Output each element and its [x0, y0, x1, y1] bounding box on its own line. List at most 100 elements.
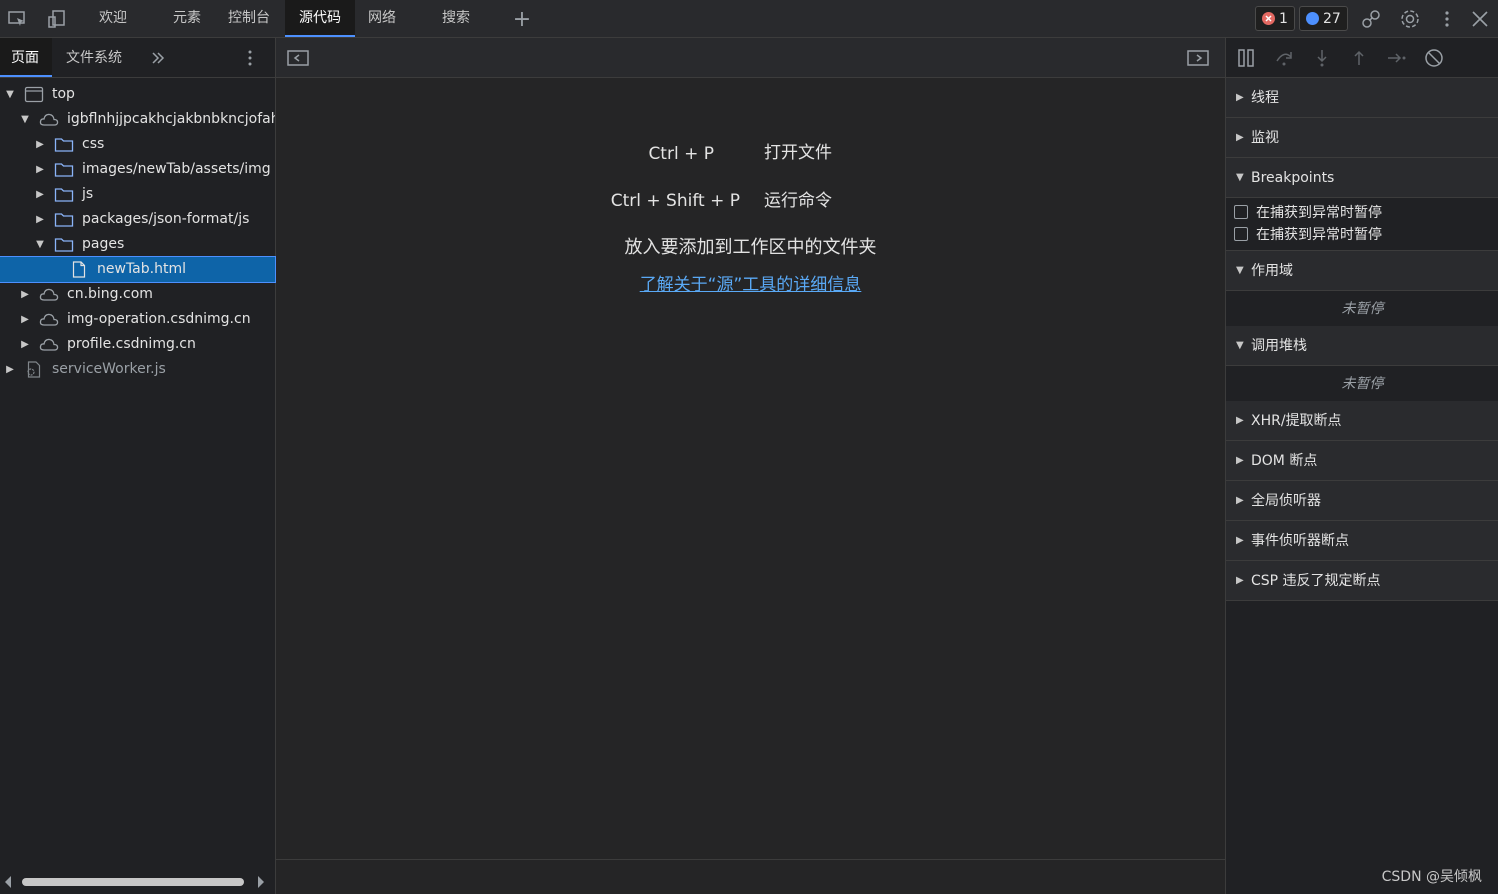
section-global-label: 全局侦听器: [1251, 493, 1321, 509]
cloud-icon: [39, 111, 59, 128]
shortcut-open-file-key: Ctrl + P: [648, 144, 714, 164]
toggle-navigator-icon[interactable]: [287, 47, 309, 69]
section-callstack-label: 调用堆栈: [1251, 338, 1307, 354]
folder-icon: [54, 161, 74, 178]
pause-caught-checkbox[interactable]: [1234, 227, 1248, 241]
section-callstack[interactable]: ▼ 调用堆栈: [1226, 326, 1498, 366]
section-dom-breakpoints[interactable]: ▶ DOM 断点: [1226, 441, 1498, 481]
device-toolbar-icon[interactable]: [46, 8, 68, 30]
section-scope-label: 作用域: [1251, 263, 1293, 279]
section-watch[interactable]: ▶ 监视: [1226, 118, 1498, 158]
tree-item[interactable]: ▶ js: [0, 182, 275, 207]
error-count-badge[interactable]: 1: [1255, 6, 1295, 31]
tree-item[interactable]: ▼ pages: [0, 232, 275, 257]
tree-item[interactable]: newTab.html: [0, 256, 276, 283]
section-event-listener-breakpoints[interactable]: ▶ 事件侦听器断点: [1226, 521, 1498, 561]
folder-icon: [54, 186, 74, 203]
pause-caught-option[interactable]: 在捕获到异常时暂停: [1234, 224, 1382, 246]
collapsed-arrow-icon[interactable]: ▶: [34, 132, 46, 157]
learn-more-link[interactable]: 了解关于“源”工具的详细信息: [276, 270, 1225, 295]
step-over-icon[interactable]: [1272, 46, 1296, 70]
editor-toolbar: [276, 38, 1225, 78]
tree-item[interactable]: ▶ cn.bing.com: [0, 282, 275, 307]
pause-uncaught-checkbox[interactable]: [1234, 205, 1248, 219]
tab-elements[interactable]: 元素: [160, 0, 214, 37]
shortcut-run-command-key: Ctrl + Shift + P: [610, 191, 740, 211]
expanded-arrow-icon[interactable]: ▼: [34, 232, 46, 257]
collapsed-arrow-icon[interactable]: ▶: [19, 282, 31, 307]
deactivate-breakpoints-icon[interactable]: [1422, 46, 1446, 70]
collapsed-arrow-icon[interactable]: ▶: [19, 307, 31, 332]
pause-uncaught-option[interactable]: 在捕获到异常时暂停: [1234, 202, 1382, 224]
pause-icon[interactable]: [1234, 46, 1258, 70]
pause-uncaught-label: 在捕获到异常时暂停: [1256, 205, 1382, 221]
section-threads-label: 线程: [1251, 90, 1279, 106]
section-watch-label: 监视: [1251, 130, 1279, 146]
toggle-debugger-icon[interactable]: [1187, 47, 1209, 69]
section-breakpoints-label: Breakpoints: [1251, 170, 1335, 186]
collapsed-arrow-icon: ▶: [1236, 92, 1244, 103]
tab-welcome[interactable]: 欢迎: [86, 0, 140, 37]
tree-item-label: css: [82, 136, 105, 152]
debugger-panel: ▶ 线程 ▶ 监视 ▼ Breakpoints 在捕获到异常时暂停 在捕获到异常时暂停…: [1225, 38, 1498, 894]
tree-item-label: profile.csdnimg.cn: [67, 336, 196, 352]
step-icon[interactable]: [1385, 46, 1409, 70]
add-tab-icon[interactable]: +: [511, 7, 533, 32]
tree-item[interactable]: ▶ serviceWorker.js: [0, 357, 275, 382]
collapsed-arrow-icon[interactable]: ▶: [19, 332, 31, 357]
step-out-icon[interactable]: [1347, 46, 1371, 70]
tab-search[interactable]: 搜索: [430, 0, 482, 37]
message-count-badge[interactable]: 27: [1299, 6, 1348, 31]
section-event-label: 事件侦听器断点: [1251, 533, 1349, 549]
tree-item[interactable]: ▼ top: [0, 82, 275, 107]
cloud-icon: [39, 311, 59, 328]
tree-item-label: cn.bing.com: [67, 286, 153, 302]
editor-status-bar: [276, 859, 1225, 894]
tree-item[interactable]: ▶ img-operation.csdnimg.cn: [0, 307, 275, 332]
more-options-icon[interactable]: [1436, 8, 1458, 30]
scope-status: 未暂停: [1341, 301, 1384, 317]
tab-console[interactable]: 控制台: [220, 0, 278, 37]
section-csp-breakpoints[interactable]: ▶ CSP 违反了规定断点: [1226, 561, 1498, 601]
section-xhr-breakpoints[interactable]: ▶ XHR/提取断点: [1226, 401, 1498, 441]
expanded-arrow-icon[interactable]: ▼: [4, 82, 16, 107]
settings-gear-icon[interactable]: [1399, 8, 1421, 30]
collapsed-arrow-icon[interactable]: ▶: [34, 182, 46, 207]
pause-caught-label: 在捕获到异常时暂停: [1256, 227, 1382, 243]
collapsed-arrow-icon[interactable]: ▶: [4, 357, 16, 382]
message-icon: [1306, 12, 1319, 25]
tab-filesystem[interactable]: 文件系统: [66, 38, 122, 77]
tab-sources[interactable]: 源代码: [285, 0, 355, 37]
tree-item[interactable]: ▶ packages/json-format/js: [0, 207, 275, 232]
tree-item[interactable]: ▶ images/newTab/assets/img: [0, 157, 275, 182]
collapsed-arrow-icon[interactable]: ▶: [34, 157, 46, 182]
callstack-content: 未暂停: [1226, 366, 1498, 403]
tree-item[interactable]: ▶ profile.csdnimg.cn: [0, 332, 275, 357]
folder-icon: [54, 136, 74, 153]
folder-icon: [54, 211, 74, 228]
expanded-arrow-icon[interactable]: ▼: [19, 107, 31, 132]
section-breakpoints[interactable]: ▼ Breakpoints: [1226, 158, 1498, 198]
tab-network[interactable]: 网络: [360, 0, 404, 37]
tree-item-label: packages/json-format/js: [82, 211, 250, 227]
tree-item-label: pages: [82, 236, 125, 252]
collapsed-arrow-icon: ▶: [1236, 535, 1244, 546]
section-global-listeners[interactable]: ▶ 全局侦听器: [1226, 481, 1498, 521]
navigator-tabs: 页面 文件系统: [0, 38, 275, 78]
tab-page[interactable]: 页面: [0, 38, 52, 77]
tree-item-label: newTab.html: [97, 261, 186, 277]
section-xhr-label: XHR/提取断点: [1251, 413, 1342, 429]
close-icon[interactable]: [1469, 8, 1491, 30]
horizontal-scrollbar[interactable]: [0, 870, 275, 894]
scope-content: 未暂停: [1226, 291, 1498, 328]
navigator-menu-icon[interactable]: [239, 47, 261, 69]
inspect-element-icon[interactable]: [6, 8, 28, 30]
tree-item[interactable]: ▼ igbflnhjjpcakhcjakbnbkncjofahli: [0, 107, 275, 132]
step-into-icon[interactable]: [1310, 46, 1334, 70]
customize-icon[interactable]: [1360, 8, 1382, 30]
more-tabs-chevron-icon[interactable]: [147, 47, 169, 69]
collapsed-arrow-icon[interactable]: ▶: [34, 207, 46, 232]
section-threads[interactable]: ▶ 线程: [1226, 78, 1498, 118]
section-scope[interactable]: ▼ 作用域: [1226, 251, 1498, 291]
tree-item[interactable]: ▶ css: [0, 132, 275, 157]
